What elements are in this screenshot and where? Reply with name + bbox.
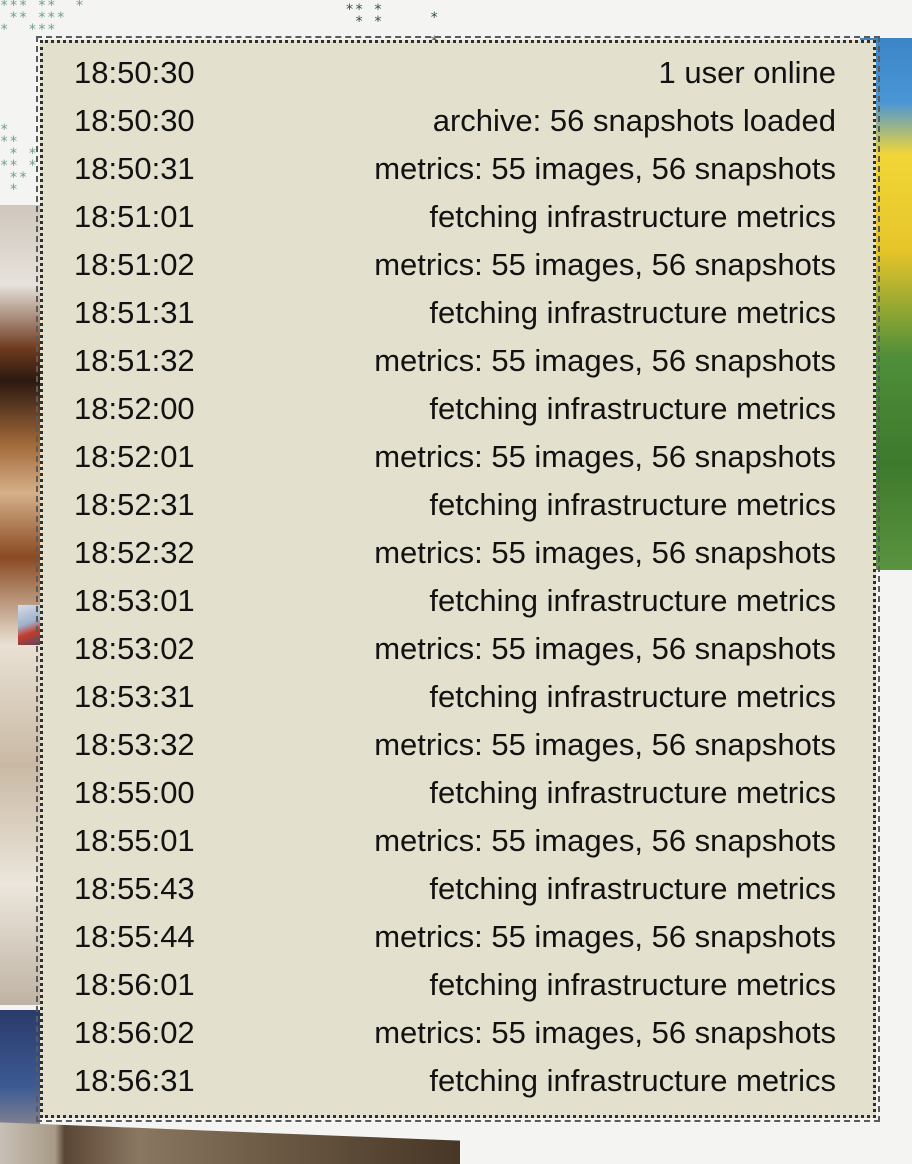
- log-entry-message: metrics: 55 images, 56 snapshots: [374, 919, 836, 954]
- log-entry-time: 18:51:32: [74, 343, 195, 378]
- log-entry: 18:51:31 fetching infrastructure metrics: [74, 289, 836, 337]
- log-entry: 18:53:31 fetching infrastructure metrics: [74, 673, 836, 721]
- log-entry-time: 18:52:00: [74, 391, 195, 426]
- log-entry: 18:52:01 metrics: 55 images, 56 snapshots: [74, 433, 836, 481]
- log-entry-time: 18:53:32: [74, 727, 195, 762]
- log-entry-time: 18:51:02: [74, 247, 195, 282]
- log-entry-time: 18:50:31: [74, 151, 195, 186]
- log-entry-time: 18:55:43: [74, 871, 195, 906]
- log-entry: 18:50:31 metrics: 55 images, 56 snapshots: [74, 145, 836, 193]
- log-entry: 18:55:00 fetching infrastructure metrics: [74, 769, 836, 817]
- log-entry: 18:56:02 metrics: 55 images, 56 snapshots: [74, 1009, 836, 1057]
- log-entry-message: metrics: 55 images, 56 snapshots: [374, 439, 836, 474]
- log-entry-message: metrics: 55 images, 56 snapshots: [374, 151, 836, 186]
- log-entry-time: 18:55:00: [74, 775, 195, 810]
- log-entry-message: fetching infrastructure metrics: [429, 583, 836, 618]
- log-entry: 18:52:32 metrics: 55 images, 56 snapshots: [74, 529, 836, 577]
- log-entry: 18:53:01 fetching infrastructure metrics: [74, 577, 836, 625]
- log-entry: 18:56:31 fetching infrastructure metrics: [74, 1057, 836, 1105]
- log-entry-time: 18:55:44: [74, 919, 195, 954]
- log-entry-time: 18:53:01: [74, 583, 195, 618]
- log-entry-message: fetching infrastructure metrics: [429, 967, 836, 1002]
- log-entry-message: fetching infrastructure metrics: [429, 1063, 836, 1098]
- log-entry-message: fetching infrastructure metrics: [429, 391, 836, 426]
- log-entry: 18:51:02 metrics: 55 images, 56 snapshots: [74, 241, 836, 289]
- log-entry: 18:53:02 metrics: 55 images, 56 snapshots: [74, 625, 836, 673]
- log-entry-message: metrics: 55 images, 56 snapshots: [374, 631, 836, 666]
- log-entry-time: 18:52:01: [74, 439, 195, 474]
- log-entry-message: 1 user online: [658, 55, 836, 90]
- sparkle-decoration-top-left: *** ** * ** *** * ***: [0, 0, 85, 38]
- log-entry: 18:55:43 fetching infrastructure metrics: [74, 865, 836, 913]
- log-entry-time: 18:50:30: [74, 55, 195, 90]
- log-entry-time: 18:52:32: [74, 535, 195, 570]
- log-entry-message: metrics: 55 images, 56 snapshots: [374, 1015, 836, 1050]
- log-entry: 18:50:30 1 user online: [74, 49, 836, 97]
- background-photo-bottom: [0, 1122, 460, 1164]
- log-entry-time: 18:53:31: [74, 679, 195, 714]
- log-entry-time: 18:52:31: [74, 487, 195, 522]
- log-entry-time: 18:51:31: [74, 295, 195, 330]
- log-entry-message: fetching infrastructure metrics: [429, 775, 836, 810]
- log-entry: 18:52:00 fetching infrastructure metrics: [74, 385, 836, 433]
- log-entry-message: fetching infrastructure metrics: [429, 679, 836, 714]
- log-entry-time: 18:56:31: [74, 1063, 195, 1098]
- log-entry-time: 18:53:02: [74, 631, 195, 666]
- log-entry-message: fetching infrastructure metrics: [429, 871, 836, 906]
- log-entry-time: 18:56:01: [74, 967, 195, 1002]
- log-entry-time: 18:56:02: [74, 1015, 195, 1050]
- log-entry-message: fetching infrastructure metrics: [429, 199, 836, 234]
- log-entry-message: metrics: 55 images, 56 snapshots: [374, 1105, 836, 1115]
- log-entry-message: metrics: 55 images, 56 snapshots: [374, 727, 836, 762]
- sparkle-decoration-top: ** * * *: [345, 2, 384, 30]
- log-entry: 18:52:31 fetching infrastructure metrics: [74, 481, 836, 529]
- log-entry: 18:51:01 fetching infrastructure metrics: [74, 193, 836, 241]
- log-entry-time: 18:56:32: [74, 1105, 195, 1115]
- log-list: 18:50:30 1 user online 18:50:30 archive: 56…: [74, 49, 836, 1115]
- log-entry-message: metrics: 55 images, 56 snapshots: [374, 535, 836, 570]
- log-entry: 18:56:32 metrics: 55 images, 56 snapshots: [74, 1105, 836, 1115]
- log-entry-message: metrics: 55 images, 56 snapshots: [374, 247, 836, 282]
- log-entry: 18:55:01 metrics: 55 images, 56 snapshots: [74, 817, 836, 865]
- log-entry-message: fetching infrastructure metrics: [429, 487, 836, 522]
- log-entry-message: metrics: 55 images, 56 snapshots: [374, 823, 836, 858]
- activity-log-panel[interactable]: 18:50:30 1 user online 18:50:30 archive: 56…: [36, 36, 880, 1122]
- log-entry-time: 18:55:01: [74, 823, 195, 858]
- log-entry-message: metrics: 55 images, 56 snapshots: [374, 343, 836, 378]
- log-entry-message: archive: 56 snapshots loaded: [432, 103, 836, 138]
- log-entry-time: 18:50:30: [74, 103, 195, 138]
- log-entry-time: 18:51:01: [74, 199, 195, 234]
- log-entry: 18:51:32 metrics: 55 images, 56 snapshots: [74, 337, 836, 385]
- sparkle-decoration-left: * ** * * ** * ** *: [0, 122, 38, 198]
- log-entry: 18:55:44 metrics: 55 images, 56 snapshots: [74, 913, 836, 961]
- log-entry-message: fetching infrastructure metrics: [429, 295, 836, 330]
- log-entry: 18:56:01 fetching infrastructure metrics: [74, 961, 836, 1009]
- log-entry: 18:50:30 archive: 56 snapshots loaded: [74, 97, 836, 145]
- log-entry: 18:53:32 metrics: 55 images, 56 snapshots: [74, 721, 836, 769]
